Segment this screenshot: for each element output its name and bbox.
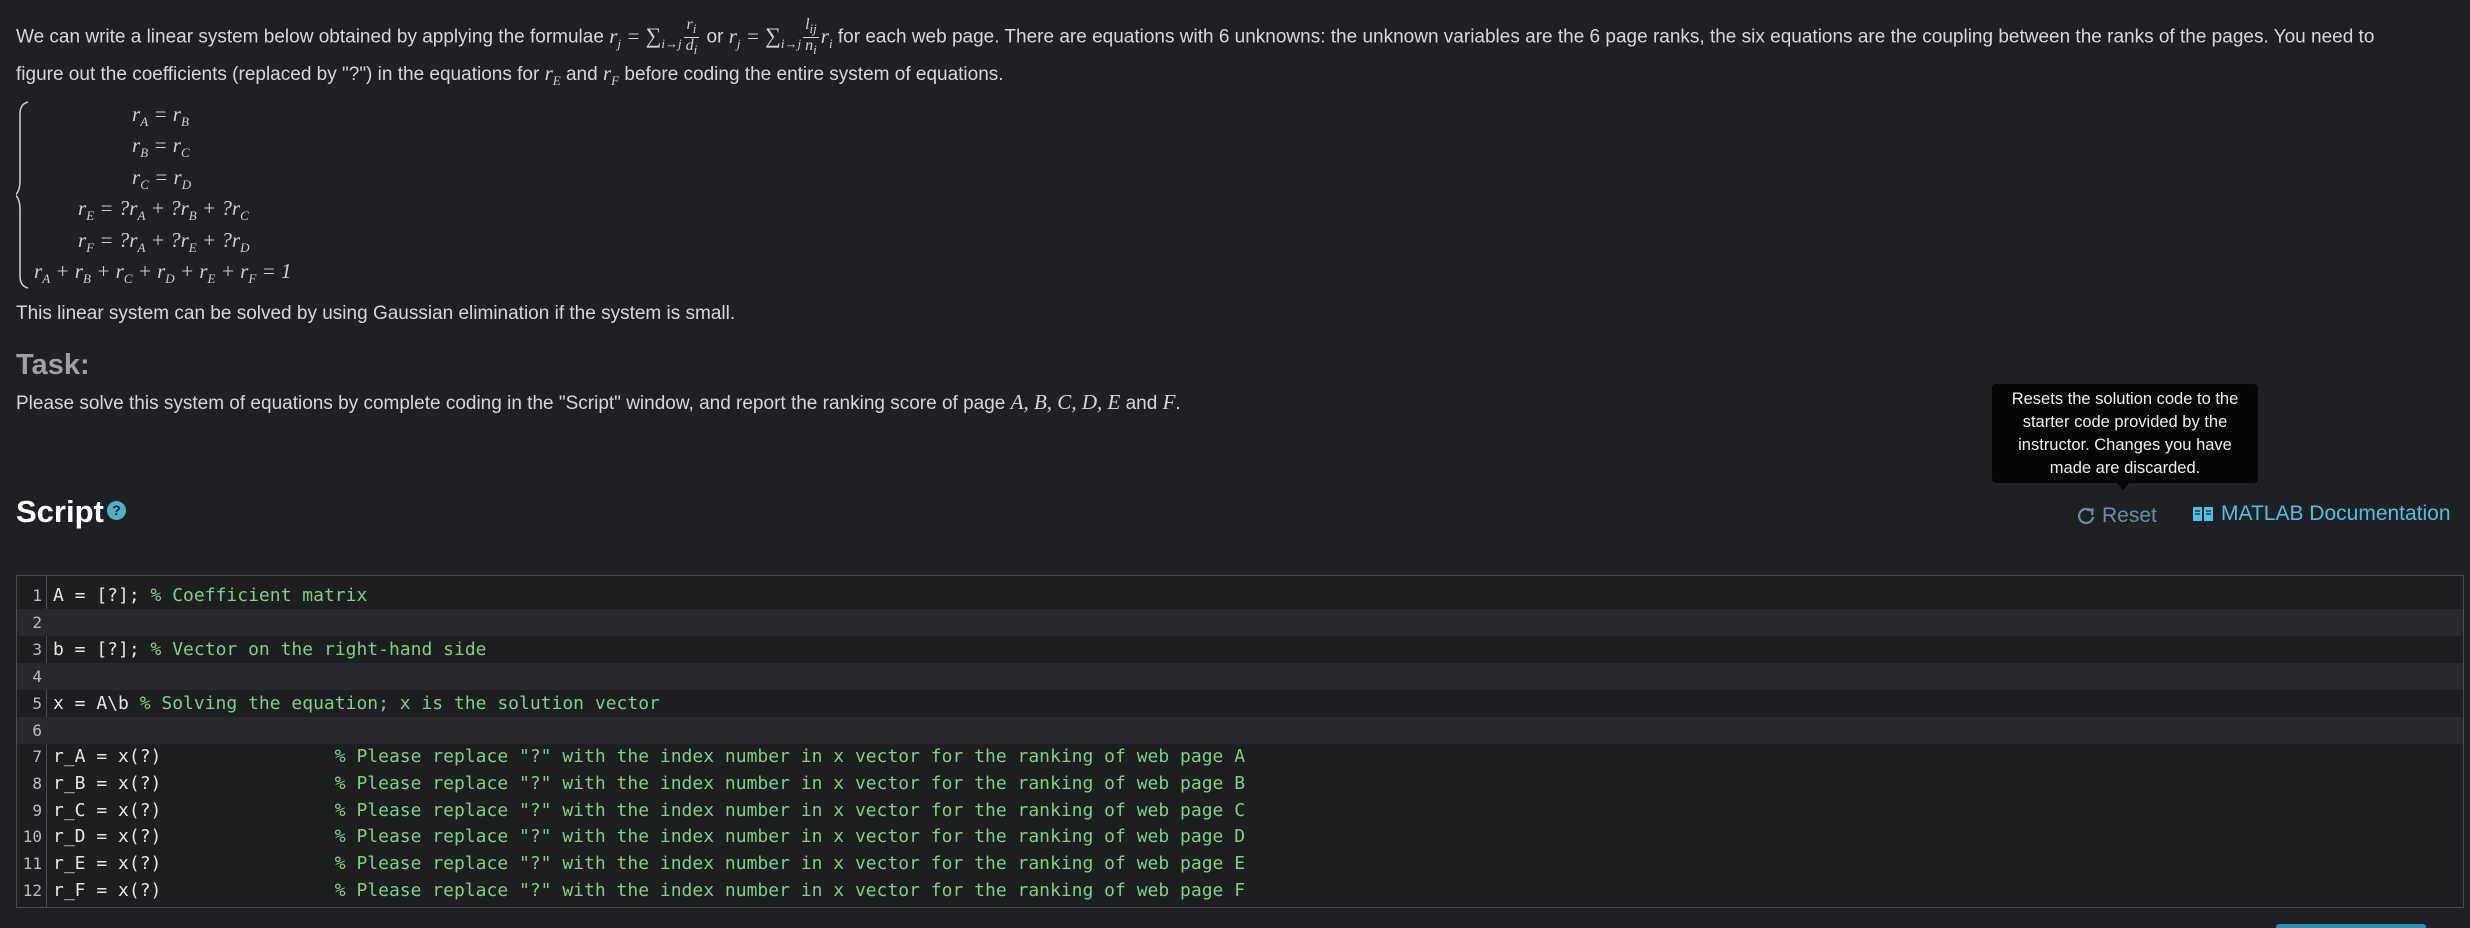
intro-text-start: We can write a linear system below obtai… [16,26,604,48]
code-statement: r_F = x(?) [53,880,335,901]
code-line[interactable]: 3 b = [?]; % Vector on the right-hand sid… [17,636,2463,663]
line-number: 2 [32,613,42,632]
run-button-edge[interactable] [2276,924,2426,928]
tooltip-text: Resets the solution code to the starter … [2011,389,2239,477]
code-text: r_A = x(?) % Please replace "?" with the… [53,743,1245,770]
line-number: 6 [32,721,42,740]
equation-system: rA = rB rB = rC rC = rD rE = ?rA + ?rB +… [16,100,316,290]
script-heading: Script [16,494,104,529]
equation-1: rA = rB [132,102,189,130]
book-icon [2193,507,2213,521]
intro-line-2-start: figure out the coefficients (replaced by… [16,64,540,85]
code-line[interactable]: 8 r_B = x(?) % Please replace "?" with th… [17,770,2463,797]
line-number: 11 [22,854,42,873]
code-statement: r_B = x(?) [53,773,335,794]
code-line[interactable]: 2 [17,609,2463,636]
equation-5: rF = ?rA + ?rE + ?rD [78,228,250,256]
task-text: Please solve this system of equations by… [16,390,1181,414]
formula-out-degree: rj = ∑i→j ri di [609,16,700,58]
code-comment: % Please replace "?" with the index numb… [334,853,1246,874]
reset-label: Reset [2102,504,2157,527]
help-icon[interactable]: ? [107,501,126,520]
code-text: r_B = x(?) % Please replace "?" with the… [53,770,1245,797]
equation-3: rC = rD [132,165,192,193]
page-F: F [1162,390,1176,414]
equation-4: rE = ?rA + ?rB + ?rC [78,196,249,224]
line-number: 10 [22,827,42,846]
line-number: 8 [32,774,42,793]
equation-6: rA + rB + rC + rD + rE + rF = 1 [34,259,292,287]
code-line[interactable]: 11 r_E = x(?) % Please replace "?" with t… [17,850,2463,877]
code-editor[interactable]: 1 A = [?]; % Coefficient matrix 2 3 b = [?];… [16,575,2464,908]
page-list: A, B, C, D, E [1010,390,1121,414]
code-comment: % Please replace "?" with the index numb… [334,880,1246,901]
task-heading: Task: [16,349,90,381]
intro-and: and [565,64,598,85]
code-line[interactable]: 12 r_F = x(?) % Please replace "?" with t… [17,877,2463,904]
code-comment: % Please replace "?" with the index numb… [334,773,1246,794]
code-line[interactable]: 9 r_C = x(?) % Please replace "?" with th… [17,797,2463,824]
intro-line-2-end: before coding the entire system of equat… [624,64,1004,85]
code-text: A = [?]; % Coefficient matrix [53,582,367,609]
code-statement: r_E = x(?) [53,853,335,874]
code-text: r_F = x(?) % Please replace "?" with the… [53,877,1245,904]
code-line[interactable]: 4 [17,663,2463,690]
code-comment: % Solving the equation; x is the solutio… [139,693,660,714]
left-brace [16,101,29,289]
equation-2: rB = rC [132,133,190,161]
code-statement: r_A = x(?) [53,746,335,767]
code-statement: b = [?]; [53,639,151,660]
reset-tooltip: Resets the solution code to the starter … [1992,384,2258,483]
var-rE: rE [544,61,561,89]
line-number: 9 [32,801,42,820]
code-statement: x = A\b [53,693,140,714]
line-number: 5 [32,694,42,713]
code-line[interactable]: 6 [17,717,2463,744]
code-comment: % Please replace "?" with the index numb… [334,800,1246,821]
code-line[interactable]: 1 A = [?]; % Coefficient matrix [17,582,2463,609]
system-note: This linear system can be solved by usin… [16,303,736,324]
task-and: and [1125,393,1158,414]
code-line[interactable]: 5 x = A\b % Solving the equation; x is th… [17,690,2463,717]
code-comment: % Please replace "?" with the index numb… [334,826,1246,847]
code-comment: % Please replace "?" with the index numb… [334,746,1246,767]
intro-line-2: figure out the coefficients (replaced by… [16,61,1004,89]
line-number: 4 [32,667,42,686]
line-number: 3 [32,640,42,659]
reset-icon [2078,507,2095,524]
task-text-start: Please solve this system of equations by… [16,393,1006,414]
line-number: 7 [32,747,42,766]
code-text: r_E = x(?) % Please replace "?" with the… [53,850,1245,877]
formula-link-weight: rj = ∑i→j lij ni ri [728,16,833,58]
code-text: r_C = x(?) % Please replace "?" with the… [53,797,1245,824]
tooltip-arrow [2117,483,2129,490]
code-text: b = [?]; % Vector on the right-hand side [53,636,487,663]
intro-line-1: We can write a linear system below obtai… [16,16,2375,58]
doc-label: MATLAB Documentation [2221,502,2451,525]
code-statement: r_C = x(?) [53,800,335,821]
reset-button[interactable]: Reset [2076,504,2157,528]
code-statement: r_D = x(?) [53,826,335,847]
code-text: r_D = x(?) % Please replace "?" with the… [53,823,1245,850]
code-comment: % Vector on the right-hand side [150,639,487,660]
intro-text-end: for each web page. There are equations w… [837,26,2375,48]
matlab-documentation-link[interactable]: MATLAB Documentation [2192,502,2451,526]
line-number: 1 [32,586,42,605]
code-line[interactable]: 10 r_D = x(?) % Please replace "?" with t… [17,823,2463,850]
intro-or: or [706,26,724,48]
code-comment: % Coefficient matrix [150,585,368,606]
code-statement: A = [?]; [53,585,151,606]
code-line[interactable]: 7 r_A = x(?) % Please replace "?" with th… [17,743,2463,770]
var-rF: rF [602,61,620,89]
code-text: x = A\b % Solving the equation; x is the… [53,690,660,717]
line-number: 12 [22,881,42,900]
